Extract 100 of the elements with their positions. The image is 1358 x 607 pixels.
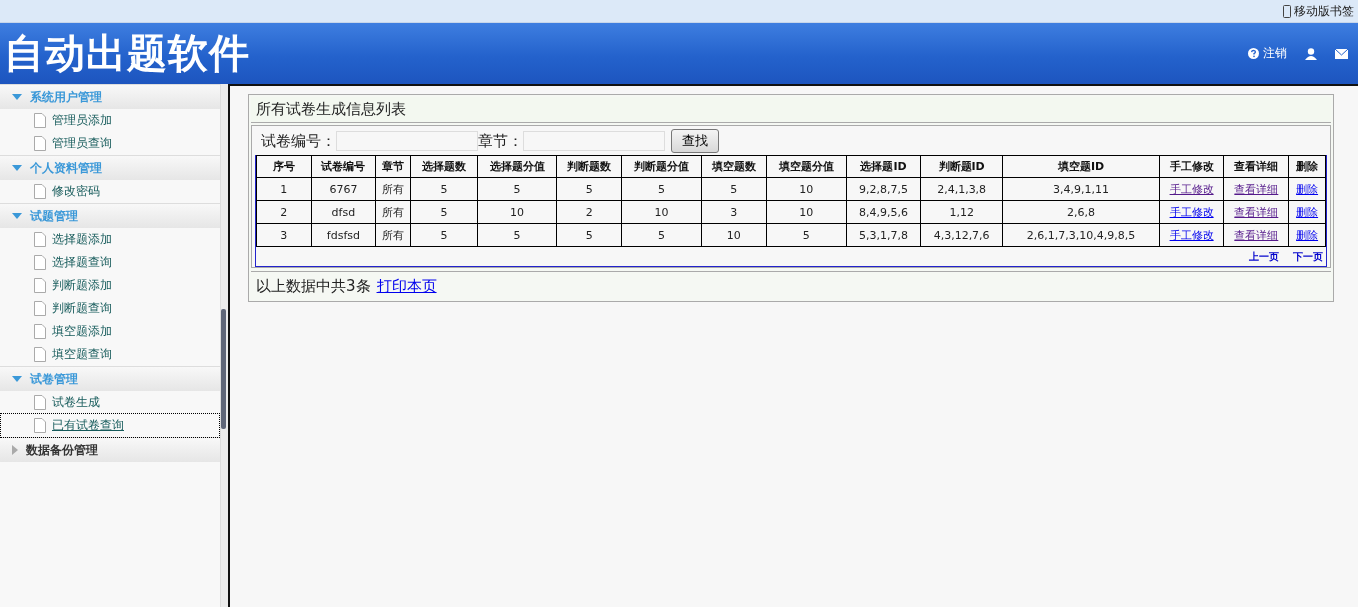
table-cell: 10: [701, 223, 767, 247]
table-cell: 3: [701, 200, 767, 224]
logout-link[interactable]: 注销: [1248, 45, 1287, 62]
find-button[interactable]: 查找: [671, 129, 719, 153]
table-cell: 8,4,9,5,6: [846, 200, 921, 224]
print-link[interactable]: 打印本页: [376, 277, 437, 296]
table-cell: 所有: [375, 200, 411, 224]
help-icon: [1248, 48, 1259, 59]
user-icon[interactable]: [1305, 47, 1317, 60]
column-header: 查看详细: [1223, 155, 1289, 178]
table-cell: fdsfsd: [311, 223, 376, 247]
table-cell: 5: [410, 223, 478, 247]
sidebar-item[interactable]: 管理员查询: [1, 132, 219, 155]
table-cell: 10: [477, 200, 557, 224]
table-cell: 5: [556, 177, 622, 201]
table-cell: 2,4,1,3,8: [920, 177, 1003, 201]
table-cell: 2,6,1,7,3,10,4,9,8,5: [1002, 223, 1160, 247]
table-cell: 2: [256, 200, 312, 224]
column-header: 选择题ID: [846, 155, 921, 178]
document-icon: [34, 301, 46, 316]
document-icon: [34, 278, 46, 293]
column-header: 选择题数: [410, 155, 478, 178]
table-cell: 5: [477, 177, 557, 201]
sidebar-item[interactable]: 选择题查询: [1, 251, 219, 274]
group-title: 个人资料管理: [30, 159, 102, 177]
table-cell: 10: [766, 200, 847, 224]
group-title: 数据备份管理: [26, 441, 98, 459]
table-cell: 5: [701, 177, 767, 201]
table-cell: 10: [621, 200, 702, 224]
field-label: 试卷编号：: [261, 131, 336, 151]
column-header: 试卷编号: [311, 155, 376, 178]
pager-link[interactable]: 下一页: [1293, 250, 1323, 264]
column-header: 章节: [375, 155, 411, 178]
document-icon: [34, 136, 46, 151]
column-header: 序号: [256, 155, 312, 178]
mobile-bookmark-link[interactable]: 移动版书签: [1283, 2, 1354, 20]
table-cell: 5: [621, 177, 702, 201]
table-cell: 1,12: [920, 200, 1003, 224]
document-icon: [34, 418, 46, 433]
sidebar-item[interactable]: 管理员添加: [1, 109, 219, 132]
column-header: 填空题ID: [1002, 155, 1160, 178]
document-icon: [34, 255, 46, 270]
document-icon: [34, 324, 46, 339]
table-cell: 5: [621, 223, 702, 247]
search-input-field[interactable]: [336, 131, 478, 151]
table-cell: 1: [256, 177, 312, 201]
table-cell: 2,6,8: [1002, 200, 1160, 224]
table-cell: 6767: [311, 177, 376, 201]
document-icon: [34, 113, 46, 128]
expand-triangle-icon: [12, 94, 22, 100]
document-icon: [34, 232, 46, 247]
mail-icon[interactable]: [1335, 48, 1348, 59]
table-cell: 所有: [375, 223, 411, 247]
collapse-triangle-icon: [12, 445, 18, 455]
expand-triangle-icon: [12, 165, 22, 171]
table-cell: dfsd: [311, 200, 376, 224]
column-header: 判断题数: [556, 155, 622, 178]
sidebar-item[interactable]: 填空题查询: [1, 343, 219, 366]
expand-triangle-icon: [12, 213, 22, 219]
group-title: 试题管理: [30, 207, 78, 225]
table-cell: 5: [410, 200, 478, 224]
document-icon: [34, 347, 46, 362]
phone-icon: [1283, 4, 1291, 18]
field-label: 章节：: [478, 131, 523, 151]
pager-link[interactable]: 上一页: [1249, 250, 1279, 264]
table-cell: 3,4,9,1,11: [1002, 177, 1160, 201]
group-title: 系统用户管理: [30, 88, 102, 106]
sidebar-item[interactable]: 判断题添加: [1, 274, 219, 297]
table-cell: 5: [410, 177, 478, 201]
column-header: 填空题数: [701, 155, 767, 178]
table-cell: 4,3,12,7,6: [920, 223, 1003, 247]
document-icon: [34, 184, 46, 199]
sidebar-item[interactable]: 选择题添加: [1, 228, 219, 251]
record-count: 以上数据中共3条: [256, 277, 371, 296]
sidebar-item[interactable]: 已有试卷查询: [1, 414, 219, 437]
table-cell: 10: [766, 177, 847, 201]
splitter-handle[interactable]: [221, 309, 226, 429]
app-title: 自动出题软件: [4, 29, 250, 78]
table-cell: 5: [477, 223, 557, 247]
document-icon: [34, 395, 46, 410]
group-title: 试卷管理: [30, 370, 78, 388]
sidebar-item[interactable]: 填空题添加: [1, 320, 219, 343]
column-header: 填空题分值: [766, 155, 847, 178]
sidebar-group-header[interactable]: 数据备份管理: [0, 437, 220, 462]
column-header: 判断题分值: [621, 155, 702, 178]
sidebar-item[interactable]: 试卷生成: [1, 391, 219, 414]
table-cell: 3: [256, 223, 312, 247]
table-cell: 5: [556, 223, 622, 247]
expand-triangle-icon: [12, 376, 22, 382]
table-cell: 所有: [375, 177, 411, 201]
table-cell: 5,3,1,7,8: [846, 223, 921, 247]
sidebar-item[interactable]: 修改密码: [1, 180, 219, 203]
column-header: 删除: [1288, 155, 1326, 178]
table-cell: 9,2,8,7,5: [846, 177, 921, 201]
search-input-field[interactable]: [523, 131, 665, 151]
sidebar-item[interactable]: 判断题查询: [1, 297, 219, 320]
column-header: 判断题ID: [920, 155, 1003, 178]
table-cell: 2: [556, 200, 622, 224]
column-header: 选择题分值: [477, 155, 557, 178]
table-cell: 5: [766, 223, 847, 247]
